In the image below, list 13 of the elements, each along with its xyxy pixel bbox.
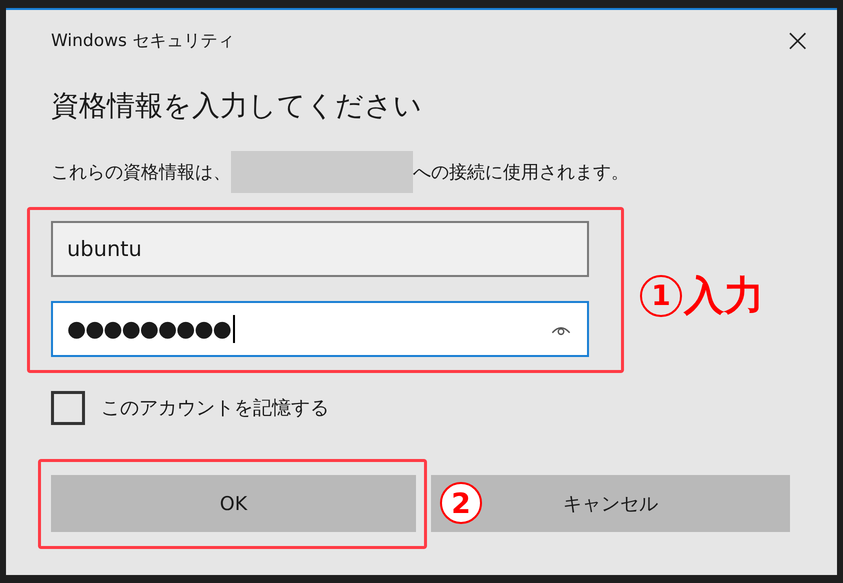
ok-button[interactable]: OK xyxy=(51,475,416,532)
username-field[interactable]: ubuntu xyxy=(51,221,589,277)
text-cursor xyxy=(232,315,235,343)
description-text: への接続に使用されます。 xyxy=(413,161,629,184)
description-text: これらの資格情報は、 xyxy=(51,161,231,184)
password-field[interactable]: ●●●●●●●●● xyxy=(51,301,589,357)
window-title: Windows セキュリティ xyxy=(51,30,234,52)
close-button[interactable]: × xyxy=(778,24,817,56)
annotation-label: 入力 xyxy=(684,272,764,321)
checkbox[interactable] xyxy=(51,391,85,425)
step-number: 1 xyxy=(640,274,682,316)
dialog-heading: 資格情報を入力してください xyxy=(51,88,423,124)
checkbox-label: このアカウントを記憶する xyxy=(101,396,329,421)
